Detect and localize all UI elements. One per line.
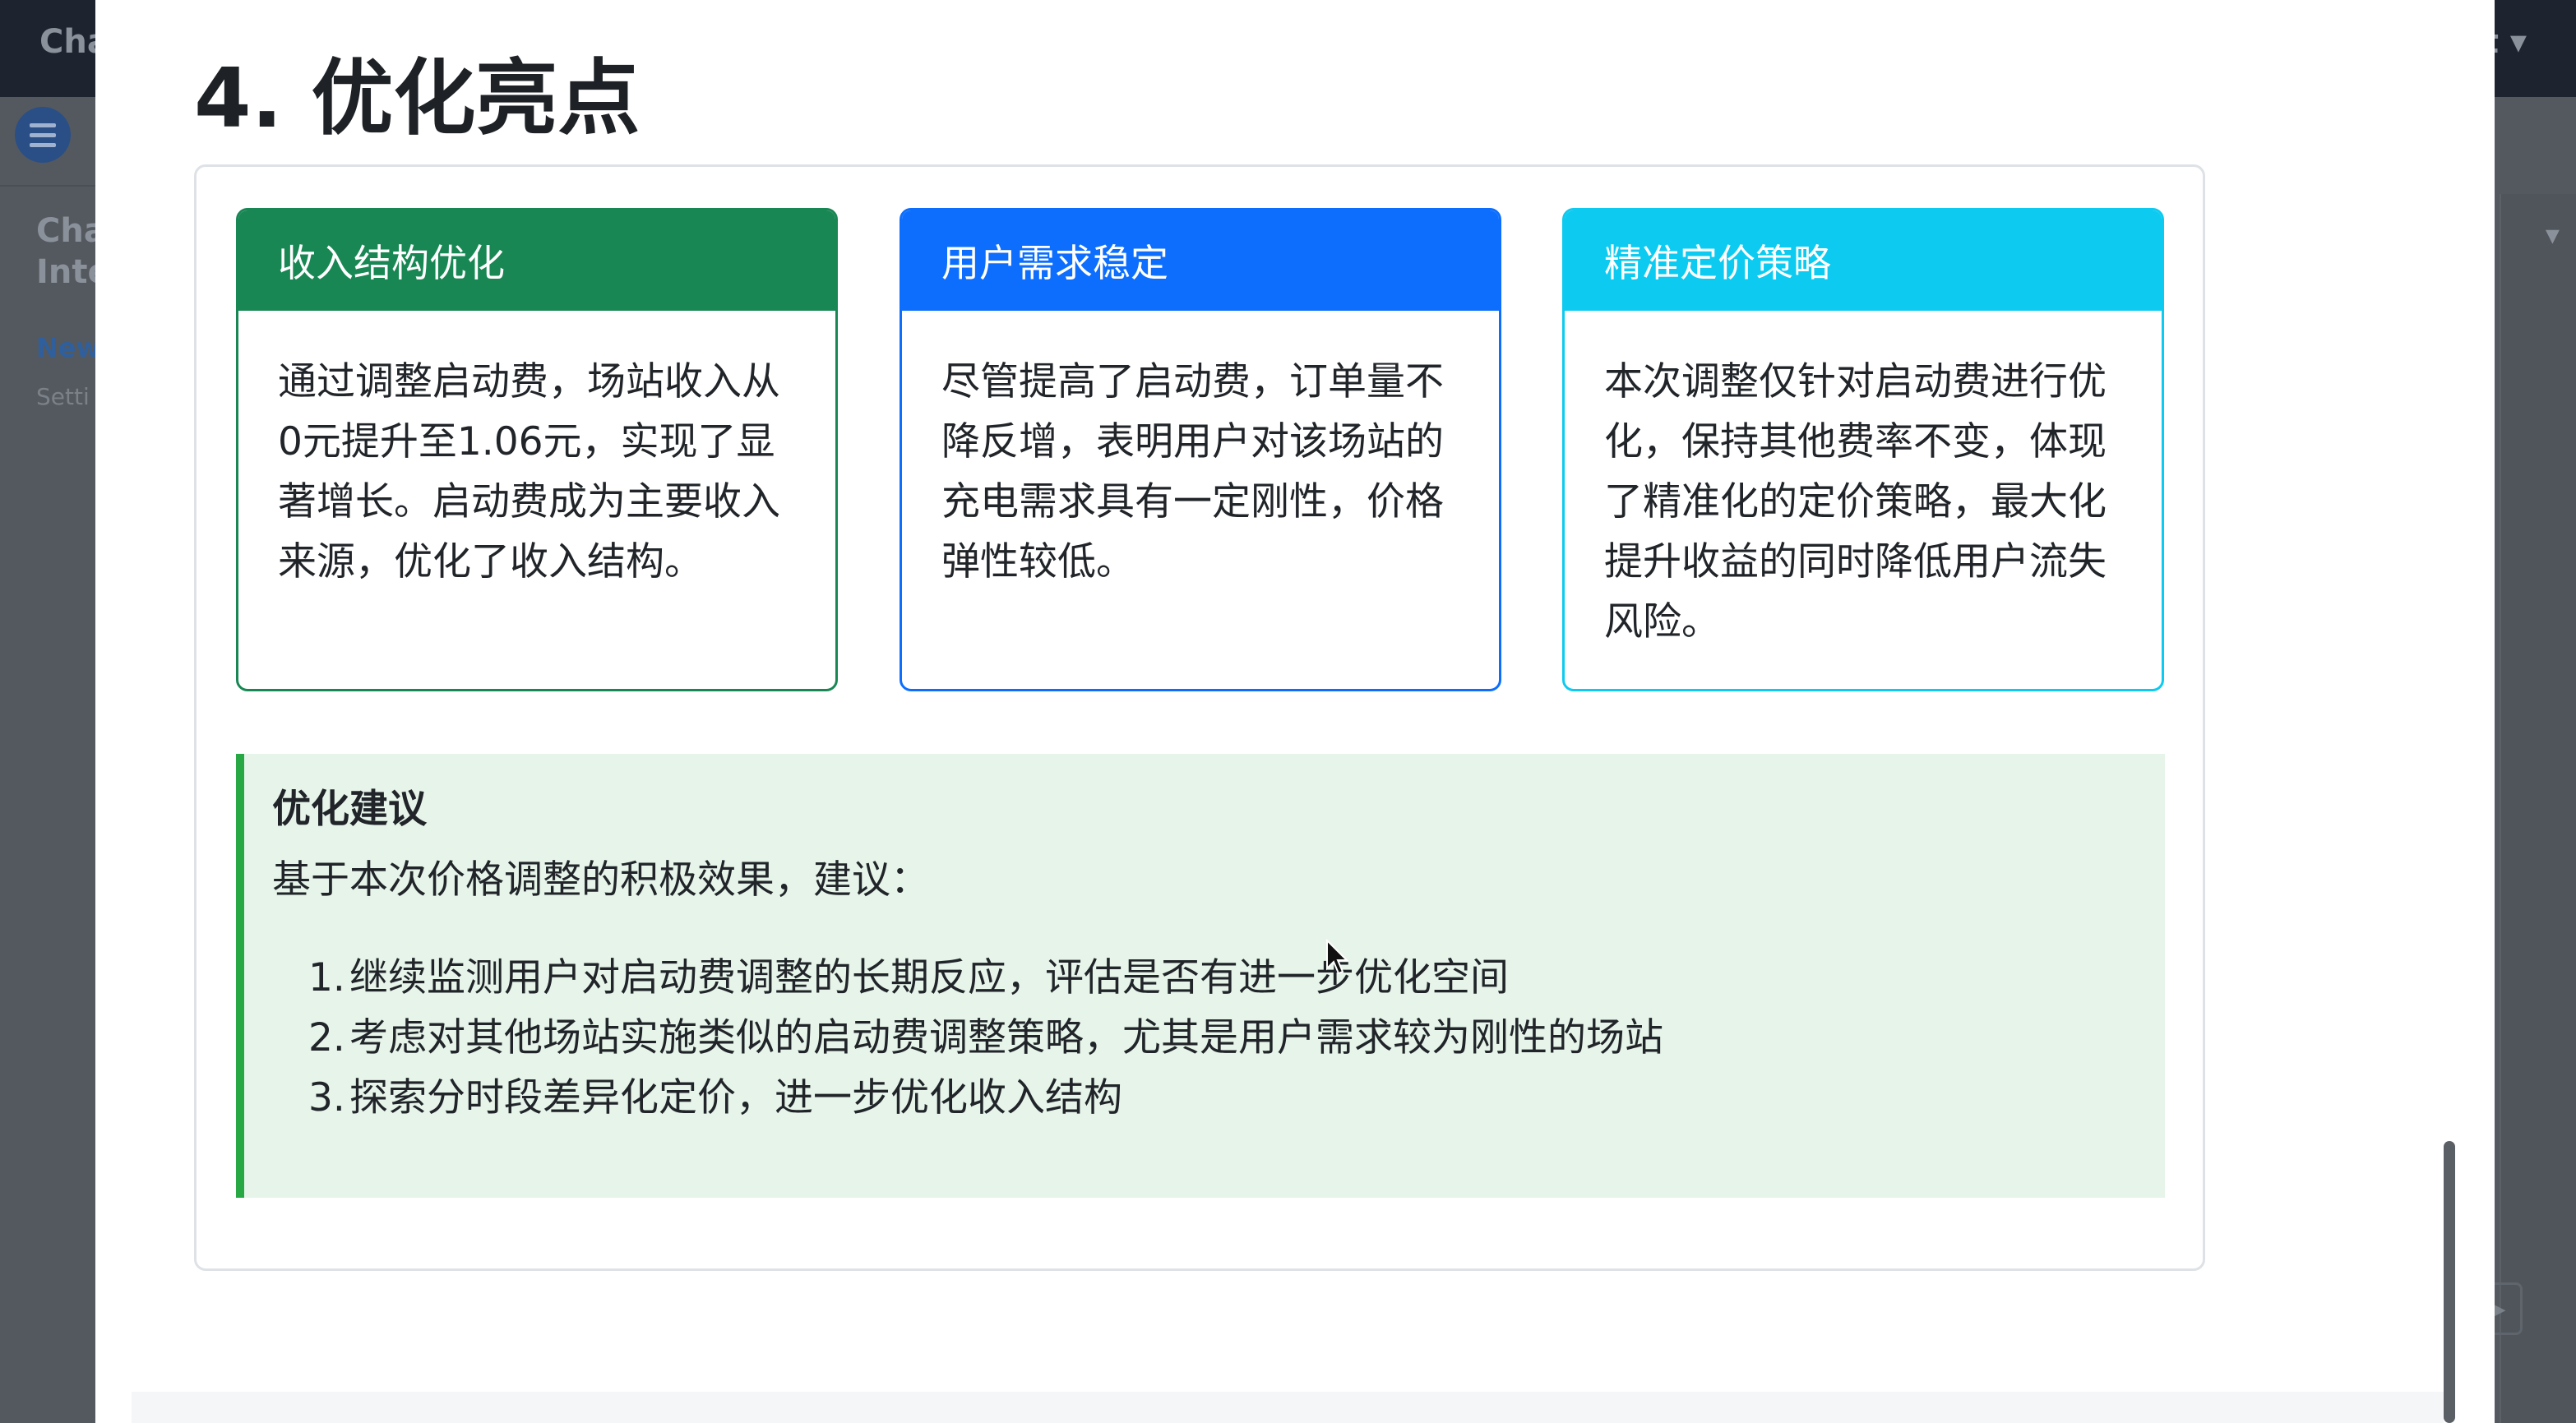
card-header: 精准定价策略	[1565, 210, 2162, 311]
highlights-panel: 收入结构优化 通过调整启动费，场站收入从0元提升至1.06元，实现了显著增长。启…	[194, 164, 2205, 1271]
list-item-number: 3.	[308, 1075, 345, 1120]
modal-footer	[132, 1392, 2444, 1423]
card-header: 收入结构优化	[238, 210, 835, 311]
list-item: 3. 探索分时段差异化定价，进一步优化收入结构	[308, 1068, 2165, 1128]
list-item-text: 探索分时段差异化定价，进一步优化收入结构	[349, 1075, 1122, 1120]
sidebar-new-chat[interactable]: New	[36, 332, 97, 363]
card-header: 用户需求稳定	[902, 210, 1499, 311]
highlight-card-pricing: 精准定价策略 本次调整仅针对启动费进行优化，保持其他费率不变，体现了精准化的定价…	[1562, 208, 2164, 691]
list-item-number: 1.	[308, 955, 345, 1000]
highlight-card-revenue: 收入结构优化 通过调整启动费，场站收入从0元提升至1.06元，实现了显著增长。启…	[236, 208, 838, 691]
scrollbar[interactable]	[2444, 1141, 2455, 1423]
card-body: 本次调整仅针对启动费进行优化，保持其他费率不变，体现了精准化的定价策略，最大化提…	[1604, 359, 2107, 645]
list-item: 1. 继续监测用户对启动费调整的长期反应，评估是否有进一步优化空间	[308, 948, 2165, 1008]
card-body: 通过调整启动费，场站收入从0元提升至1.06元，实现了显著增长。启动费成为主要收…	[278, 359, 780, 584]
chevron-down-icon[interactable]: ▾	[2546, 219, 2560, 252]
advice-list: 1. 继续监测用户对启动费调整的长期反应，评估是否有进一步优化空间 2. 考虑对…	[272, 948, 2165, 1128]
advice-intro: 基于本次价格调整的积极效果，建议：	[272, 857, 929, 903]
sidebar-divider	[0, 185, 97, 187]
list-item-number: 2.	[308, 1015, 345, 1060]
advice-title: 优化建议	[272, 787, 427, 832]
list-item-text: 考虑对其他场站实施类似的启动费调整策略，尤其是用户需求较为刚性的场站	[349, 1015, 1663, 1060]
right-panel: ▾	[2500, 194, 2576, 1423]
section-title: 4. 优化亮点	[194, 50, 641, 146]
optimization-advice: 优化建议 基于本次价格调整的积极效果，建议： 1. 继续监测用户对启动费调整的长…	[236, 754, 2165, 1198]
card-body: 尽管提高了启动费，订单量不降反增，表明用户对该场站的充电需求具有一定刚性，价格弹…	[941, 359, 1444, 584]
sidebar-settings[interactable]: Setti	[36, 383, 97, 410]
mouse-cursor-icon	[1326, 939, 1349, 975]
list-item: 2. 考虑对其他场站实施类似的启动费调整策略，尤其是用户需求较为刚性的场站	[308, 1008, 2165, 1068]
menu-icon[interactable]	[15, 107, 71, 163]
highlight-card-demand: 用户需求稳定 尽管提高了启动费，订单量不降反增，表明用户对该场站的充电需求具有一…	[900, 208, 1501, 691]
sidebar-title: Cha Inte	[36, 212, 97, 291]
